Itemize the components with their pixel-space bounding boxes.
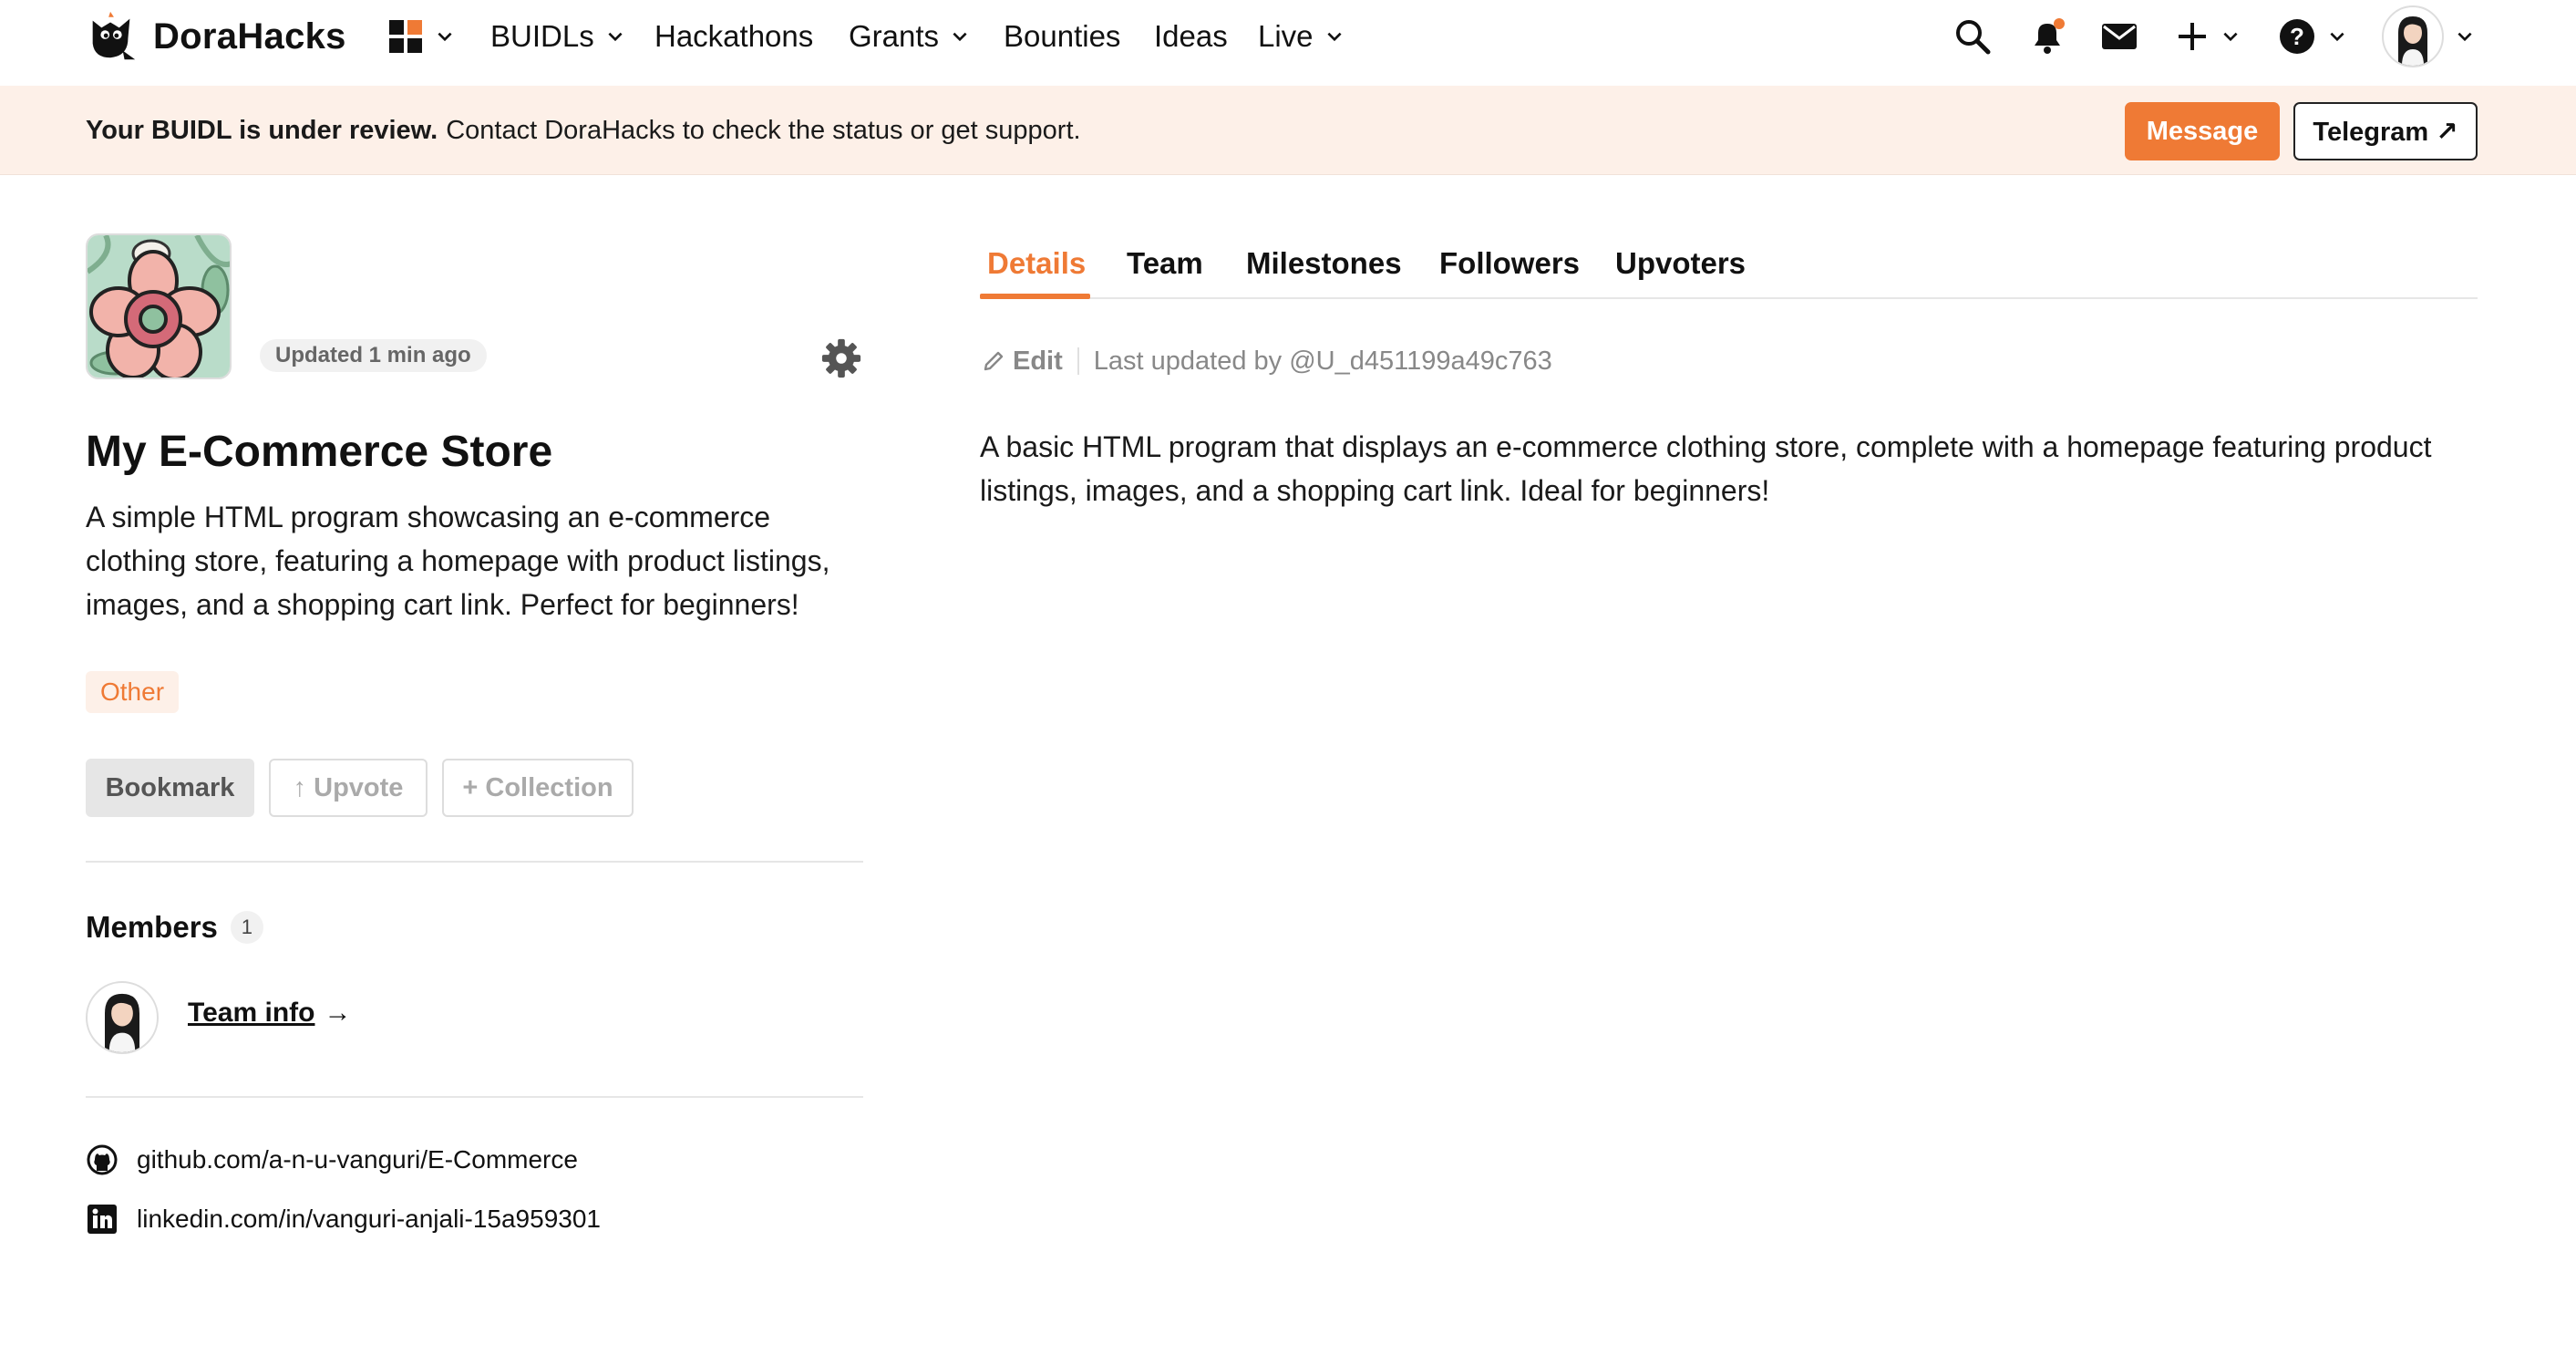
chevron-down-icon <box>2458 32 2472 42</box>
tab-followers[interactable]: Followers <box>1439 228 1580 299</box>
github-icon <box>87 1144 118 1175</box>
gear-icon[interactable] <box>820 337 862 379</box>
nav-label: Grants <box>849 19 940 53</box>
banner-text: Contact DoraHacks to check the status or… <box>446 115 1081 145</box>
linkedin-link[interactable]: linkedin.com/in/vanguri-anjali-15a959301 <box>86 1201 601 1237</box>
mail-icon <box>2102 24 2137 49</box>
linkedin-url: linkedin.com/in/vanguri-anjali-15a959301 <box>137 1205 601 1233</box>
svg-text:?: ? <box>2290 23 2304 50</box>
nav-label: Ideas <box>1154 19 1228 53</box>
help-icon: ? <box>2280 19 2314 54</box>
search-button[interactable] <box>1953 0 1992 73</box>
search-icon <box>1956 20 1991 55</box>
nav-item-hackathons[interactable]: Hackathons <box>654 0 813 73</box>
active-tab-indicator <box>980 294 1090 299</box>
chevron-down-icon <box>2330 32 2344 42</box>
project-logo <box>86 233 232 379</box>
brand-logo[interactable]: DoraHacks <box>84 7 346 66</box>
nav-item-live[interactable]: Live <box>1258 0 1345 73</box>
nav-item-grants[interactable]: Grants <box>849 0 970 73</box>
nav-item-buidls[interactable]: BUIDLs <box>490 0 625 73</box>
add-collection-button[interactable]: + Collection <box>442 759 634 817</box>
create-menu[interactable] <box>2175 0 2241 73</box>
help-menu[interactable]: ? <box>2278 0 2347 73</box>
apps-grid-icon <box>389 20 422 53</box>
bell-icon <box>2035 18 2065 54</box>
members-heading: Members 1 <box>86 910 263 945</box>
updated-badge: Updated 1 min ago <box>260 339 487 372</box>
user-menu[interactable] <box>2382 0 2475 73</box>
chevron-down-icon <box>953 32 967 42</box>
tab-milestones[interactable]: Milestones <box>1246 228 1402 299</box>
telegram-button[interactable]: Telegram ↗ <box>2293 102 2478 160</box>
avatar <box>2382 5 2444 67</box>
last-updated-text: Last updated by @U_d451199a49c763 <box>1093 346 1552 376</box>
members-title: Members <box>86 910 218 944</box>
bookmark-button[interactable]: Bookmark <box>86 759 254 817</box>
message-button[interactable]: Message <box>2125 102 2280 160</box>
divider <box>86 861 863 863</box>
chevron-down-icon <box>608 32 623 42</box>
flower-image <box>88 235 230 378</box>
details-description: A basic HTML program that displays an e-… <box>980 430 2432 507</box>
notifications-button[interactable] <box>2027 0 2067 73</box>
project-title: My E-Commerce Store <box>86 428 553 476</box>
github-link[interactable]: github.com/a-n-u-vanguri/E-Commerce <box>86 1142 578 1178</box>
edit-button[interactable]: Edit <box>982 347 1063 377</box>
user-avatar-icon <box>2398 16 2427 66</box>
review-banner: Your BUIDL is under review. Contact Dora… <box>0 86 2576 175</box>
linkedin-icon <box>88 1205 117 1234</box>
arrow-right-icon: → <box>324 998 352 1028</box>
divider <box>86 1096 863 1098</box>
tab-details[interactable]: Details <box>987 228 1086 299</box>
messages-button[interactable] <box>2099 0 2139 73</box>
team-info-link[interactable]: Team info → <box>188 998 351 1029</box>
upvote-button[interactable]: ↑ Upvote <box>269 759 428 817</box>
member-avatar[interactable] <box>86 981 159 1054</box>
chevron-down-icon <box>1327 32 1342 42</box>
dorahacks-logo-icon <box>92 11 136 60</box>
tabs-bar: Details Team Milestones Followers Upvote… <box>980 228 2478 299</box>
edit-row: Edit Last updated by @U_d451199a49c763 <box>982 343 1552 379</box>
plus-icon <box>2179 23 2206 50</box>
category-tag[interactable]: Other <box>86 671 180 713</box>
nav-item-ideas[interactable]: Ideas <box>1154 0 1228 73</box>
banner-strong-text: Your BUIDL is under review. <box>86 115 438 145</box>
nav-label: BUIDLs <box>490 19 594 53</box>
nav-item-bounties[interactable]: Bounties <box>1004 0 1120 73</box>
members-count-badge: 1 <box>230 911 263 944</box>
nav-label: Hackathons <box>654 19 814 53</box>
chevron-down-icon <box>2223 32 2238 42</box>
separator <box>1077 347 1079 375</box>
member-avatar-icon <box>105 993 139 1052</box>
apps-menu[interactable] <box>387 0 455 73</box>
tab-team[interactable]: Team <box>1127 228 1203 299</box>
edit-label: Edit <box>1013 346 1063 376</box>
team-info-label: Team info <box>188 998 315 1028</box>
project-description: A simple HTML program showcasing an e-co… <box>86 501 830 621</box>
chevron-down-icon <box>438 32 452 42</box>
top-navigation: DoraHacks BUIDLs Hackathons Grants Bount… <box>0 0 2576 86</box>
nav-label: Live <box>1258 19 1314 53</box>
banner-message: Your BUIDL is under review. Contact Dora… <box>86 86 1081 175</box>
github-url: github.com/a-n-u-vanguri/E-Commerce <box>137 1145 578 1174</box>
tab-upvoters[interactable]: Upvoters <box>1615 228 1746 299</box>
pencil-icon <box>984 351 1004 371</box>
nav-label: Bounties <box>1004 19 1121 53</box>
brand-name: DoraHacks <box>153 16 346 57</box>
